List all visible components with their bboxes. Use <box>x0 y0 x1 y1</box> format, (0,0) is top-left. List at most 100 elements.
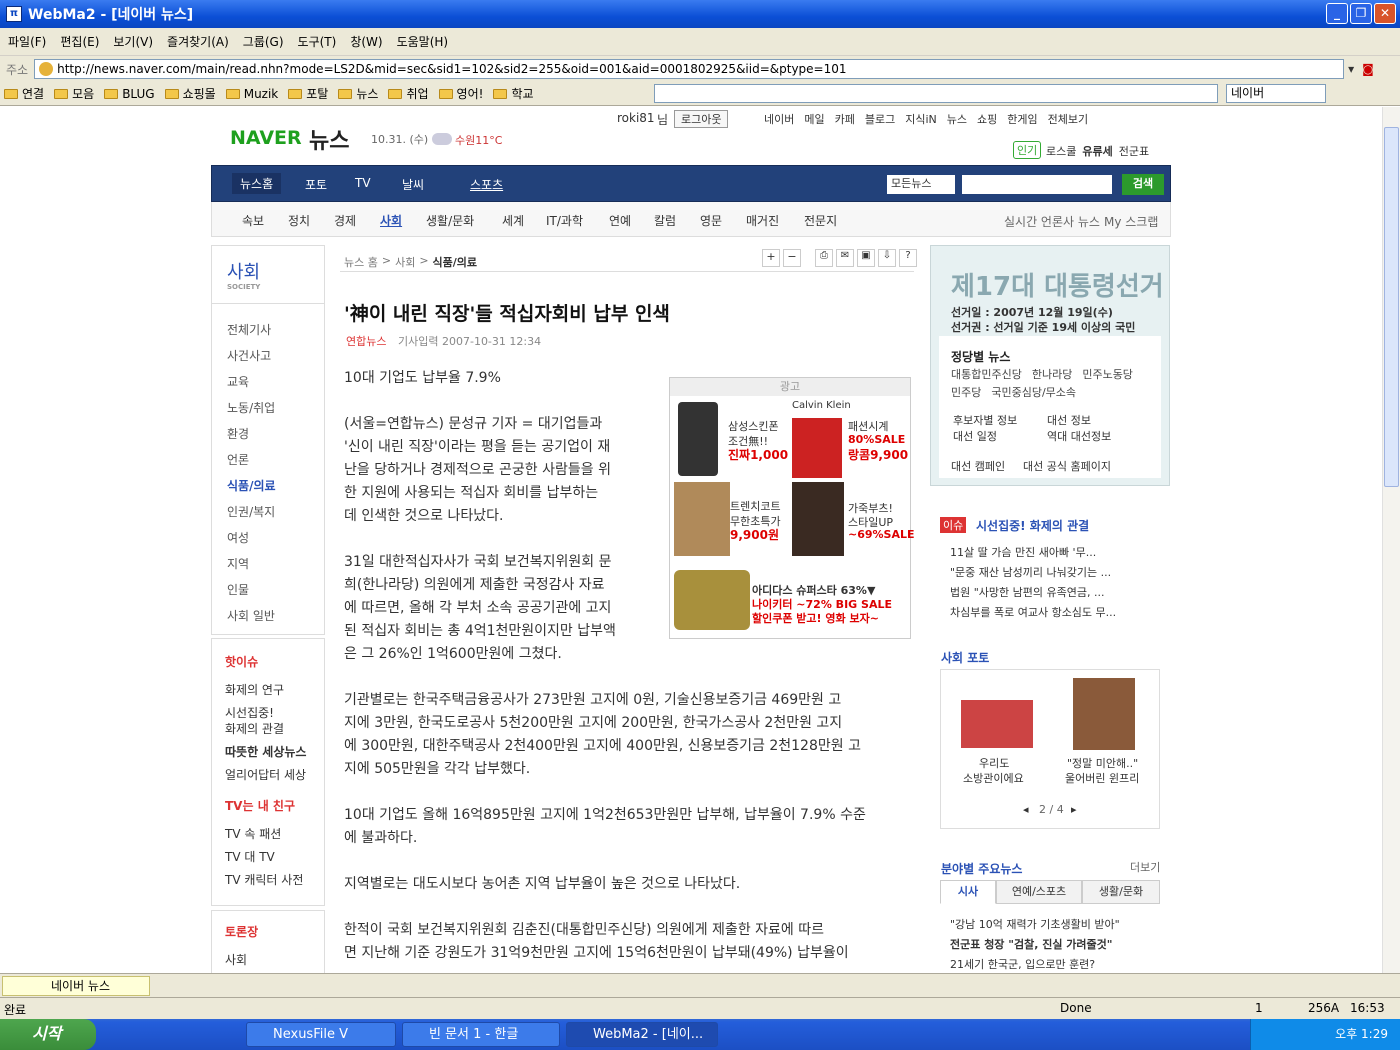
popular-item[interactable]: 전군표 <box>1119 143 1149 159</box>
fav-folder[interactable]: 연결 <box>4 85 44 102</box>
fav-folder[interactable]: Muzik <box>225 87 278 101</box>
search-engine-select[interactable]: 네이버 <box>1226 84 1326 103</box>
photo-caption[interactable]: 우리도 <box>979 755 1009 771</box>
my-scrap-link[interactable]: My 스크랩 <box>1104 213 1158 230</box>
toplink-mail[interactable]: 메일 <box>804 111 824 127</box>
subnav-item[interactable]: 매거진 <box>746 212 779 229</box>
field-item[interactable]: 21세기 한국군, 입으로만 훈련? <box>950 956 1095 972</box>
photo-caption[interactable]: 소방관이에요 <box>963 770 1024 786</box>
menu-group[interactable]: 그룹(G) <box>243 33 284 50</box>
address-dropdown-icon[interactable]: ▾ <box>1348 62 1354 76</box>
naver-logo[interactable]: NAVER <box>230 127 302 149</box>
article-source[interactable]: 연합뉴스 <box>346 333 386 349</box>
election-link[interactable]: 대선 정보 <box>1047 412 1091 428</box>
sidebar-item[interactable]: 언론 <box>227 451 249 468</box>
subnav-item[interactable]: 생활/문화 <box>426 212 474 229</box>
election-link[interactable]: 대선 일정 <box>953 428 997 444</box>
toplink-cafe[interactable]: 카페 <box>835 111 855 127</box>
fav-folder[interactable]: 취업 <box>388 85 429 102</box>
sidebar-item[interactable]: 인권/복지 <box>227 503 275 520</box>
tab-current-affairs[interactable]: 시사 <box>940 880 996 904</box>
issue-item[interactable]: 차심부를 폭로 여교사 항소심도 무... <box>950 604 1116 620</box>
subnav-item[interactable]: 경제 <box>334 212 356 229</box>
breadcrumb-item[interactable]: 뉴스 홈 <box>344 254 378 270</box>
taskbar-item-webma2[interactable]: WebMa2 - [네이... <box>566 1022 718 1047</box>
issue-item[interactable]: "문중 재산 남성끼리 나눠갖기는 ... <box>950 564 1111 580</box>
nav-news-home[interactable]: 뉴스홈 <box>232 173 282 194</box>
search-scope-select[interactable]: 모든뉴스 <box>887 175 955 194</box>
hot-item[interactable]: 화제의 관결 <box>225 720 284 737</box>
help-icon[interactable]: ? <box>899 249 917 267</box>
tv-item[interactable]: TV 대 TV <box>225 848 275 865</box>
sidebar-item[interactable]: 전체기사 <box>227 321 271 338</box>
news-logo[interactable]: 뉴스 <box>309 123 349 155</box>
taskbar-item-hangul[interactable]: 빈 문서 1 - 한글 <box>402 1022 560 1047</box>
subnav-item[interactable]: 영문 <box>700 212 722 229</box>
election-box[interactable]: 제17대 대통령선거 선거일 : 2007년 12월 19일(수) 선거권 : … <box>930 245 1170 486</box>
sidebar-item[interactable]: 사건사고 <box>227 347 271 364</box>
toplink-all[interactable]: 전체보기 <box>1048 111 1088 127</box>
subnav-item[interactable]: 연예 <box>609 212 631 229</box>
field-item[interactable]: "강남 10억 재력가 기초생활비 받아" <box>950 916 1120 932</box>
breadcrumb-item[interactable]: 사회 <box>395 254 415 270</box>
restore-button[interactable]: ❐ <box>1350 3 1372 24</box>
menu-favorites[interactable]: 즐겨찾기(A) <box>167 33 229 50</box>
election-link[interactable]: 역대 대선정보 <box>1047 428 1111 444</box>
scrap-icon[interactable]: ▣ <box>857 249 875 267</box>
scrollbar-thumb[interactable] <box>1384 127 1399 487</box>
tv-item[interactable]: TV 캐릭터 사전 <box>225 871 303 888</box>
taskbar-item-nexusfile[interactable]: NexusFile V <box>246 1022 396 1047</box>
nav-weather[interactable]: 날씨 <box>402 176 424 193</box>
fav-folder[interactable]: 모음 <box>54 85 94 102</box>
subnav-item[interactable]: 전문지 <box>804 212 837 229</box>
election-link[interactable]: 후보자별 정보 <box>953 412 1017 428</box>
hot-item[interactable]: 화제의 연구 <box>225 681 284 698</box>
fav-folder[interactable]: BLUG <box>104 87 155 101</box>
tab-life-culture[interactable]: 생활/문화 <box>1082 880 1160 904</box>
photo-caption[interactable]: "정말 미안해.." <box>1067 755 1138 771</box>
menu-window[interactable]: 창(W) <box>350 33 382 50</box>
sidebar-item[interactable]: 지역 <box>227 555 249 572</box>
party-link[interactable]: 한나라당 <box>1032 366 1072 382</box>
vertical-scrollbar[interactable] <box>1382 107 1400 973</box>
subnav-item[interactable]: 세계 <box>502 212 524 229</box>
subnav-item-active[interactable]: 사회 <box>380 212 402 229</box>
subnav-item[interactable]: 정치 <box>288 212 310 229</box>
menu-view[interactable]: 보기(V) <box>113 33 153 50</box>
party-link[interactable]: 국민중심당/무소속 <box>991 384 1076 400</box>
font-larger-icon[interactable]: + <box>762 249 780 267</box>
logout-button[interactable]: 로그아웃 <box>674 110 729 128</box>
realtime-news-link[interactable]: 실시간 언론사 뉴스 <box>1004 213 1100 230</box>
sidebar-item-active[interactable]: 식품/의료 <box>227 477 276 494</box>
photo-thumb[interactable] <box>1073 678 1135 750</box>
toplink-shopping[interactable]: 쇼핑 <box>977 111 997 127</box>
election-link[interactable]: 대선 공식 홈페이지 <box>1023 458 1111 474</box>
menu-help[interactable]: 도움말(H) <box>397 33 449 50</box>
breadcrumb-item[interactable]: 식품/의료 <box>433 254 478 270</box>
photo-caption[interactable]: 울어버린 윈프리 <box>1065 770 1139 786</box>
toplink-news[interactable]: 뉴스 <box>947 111 967 127</box>
print-icon[interactable]: ⎙ <box>815 249 833 267</box>
sidebar-item[interactable]: 인물 <box>227 581 249 598</box>
party-link[interactable]: 민주당 <box>951 384 981 400</box>
address-input[interactable]: http://news.naver.com/main/read.nhn?mode… <box>34 59 1345 79</box>
fav-folder[interactable]: 영어! <box>438 85 483 102</box>
party-link[interactable]: 민주노동당 <box>1082 366 1133 382</box>
sidebar-item[interactable]: 사회 일반 <box>227 607 275 624</box>
sidebar-item[interactable]: 여성 <box>227 529 249 546</box>
sidebar-item[interactable]: 교육 <box>227 373 249 390</box>
toolbar-search-input[interactable] <box>654 84 1218 103</box>
window-title-bar[interactable]: π WebMa2 - [네이버 뉴스] _ ❐ ✕ <box>0 0 1400 28</box>
photo-thumb[interactable] <box>961 700 1033 748</box>
subnav-item[interactable]: IT/과학 <box>546 212 583 229</box>
hot-item[interactable]: 따뜻한 세상뉴스 <box>225 743 306 760</box>
menu-file[interactable]: 파일(F) <box>8 33 46 50</box>
ad-box[interactable]: 광고 삼성스킨폰 조건無!! 진짜1,000 Calvin Klein 패션시계… <box>669 377 915 639</box>
close-button[interactable]: ✕ <box>1374 3 1396 24</box>
field-item[interactable]: 전군표 청장 "검찰, 진실 가려줄것" <box>950 936 1113 952</box>
toplink-naver[interactable]: 네이버 <box>764 111 794 127</box>
more-link[interactable]: 더보기 <box>1130 859 1160 875</box>
fav-folder[interactable]: 쇼핑몰 <box>164 85 216 102</box>
popular-item[interactable]: 로스쿨 <box>1046 143 1076 159</box>
toplink-blog[interactable]: 블로그 <box>865 111 895 127</box>
